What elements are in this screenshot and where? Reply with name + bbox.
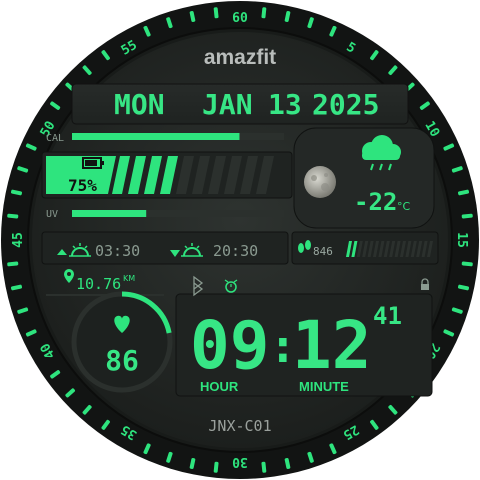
- brand-logo: amazfit: [204, 46, 276, 69]
- time-minutes: 12: [292, 307, 371, 384]
- date-day: 13: [268, 88, 302, 121]
- distance-value: 10.76: [76, 275, 121, 293]
- uv-progress-fill: [72, 210, 147, 217]
- heart-rate-value: 86: [105, 344, 139, 377]
- weather-unit: °C: [397, 200, 411, 213]
- watch-face: 60510152025303540455055 amazfit MON JAN …: [1, 1, 479, 479]
- date-weekday: MON: [114, 88, 165, 121]
- bezel-number: 45: [11, 232, 26, 248]
- time-hours: 09: [190, 307, 269, 384]
- calories-progress-fill: [72, 133, 240, 140]
- moon-icon: [304, 166, 336, 198]
- uv-label: UV: [46, 209, 58, 220]
- model-label: JNX-C01: [208, 417, 271, 435]
- sunset-time: 20:30: [213, 242, 258, 260]
- hour-label: HOUR: [200, 379, 239, 394]
- time-seconds: 41: [373, 302, 402, 330]
- weather-temperature: -22: [354, 188, 397, 216]
- bezel-number: 30: [232, 454, 248, 469]
- distance-unit: KM: [123, 274, 135, 283]
- date-month: JAN: [202, 88, 253, 121]
- battery-percent: 75%: [68, 176, 97, 195]
- bezel-number: 15: [454, 232, 469, 248]
- minute-label: MINUTE: [299, 379, 349, 394]
- steps-value: 846: [313, 245, 333, 258]
- date-year: 2025: [312, 88, 379, 121]
- calories-label: CAL: [46, 133, 64, 144]
- bezel-number: 60: [232, 11, 248, 26]
- sunrise-time: 03:30: [95, 242, 140, 260]
